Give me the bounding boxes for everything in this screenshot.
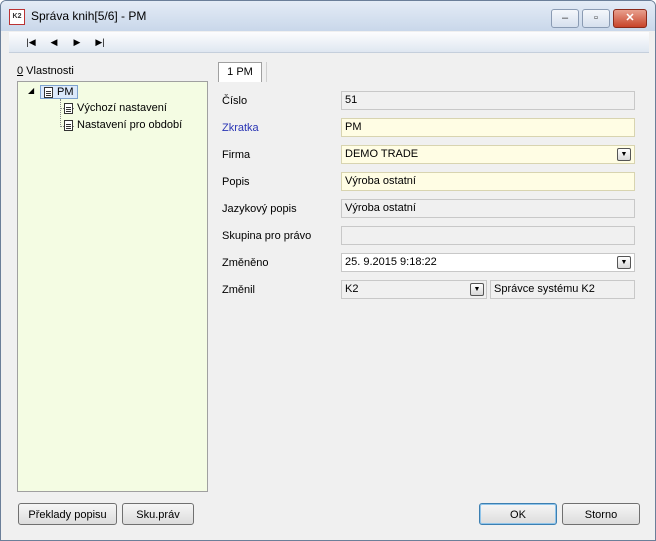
- close-button[interactable]: ✕: [613, 9, 647, 28]
- popis-input[interactable]: Výroba ostatní: [341, 172, 635, 191]
- cancel-button[interactable]: Storno: [562, 503, 640, 525]
- tree-node-period-settings[interactable]: Nastavení pro období: [64, 119, 182, 131]
- zmeneno-label: Změněno: [222, 257, 269, 269]
- zkratka-input[interactable]: PM: [341, 118, 635, 137]
- zmeneno-dropdown-icon[interactable]: ▼: [617, 256, 631, 269]
- minimize-button[interactable]: –: [551, 9, 579, 28]
- previous-record-button[interactable]: ◀: [45, 34, 63, 50]
- zkratka-label: Zkratka: [222, 122, 259, 134]
- app-icon: K2: [9, 9, 25, 25]
- last-record-button[interactable]: ▶|: [91, 34, 109, 50]
- documents-icon: [64, 119, 73, 131]
- tree-label: 0 Vlastnosti: [17, 65, 74, 77]
- tab-divider: [266, 62, 267, 82]
- translations-button[interactable]: Překlady popisu: [18, 503, 117, 525]
- ok-button[interactable]: OK: [479, 503, 557, 525]
- main-window: K2 Správa knih[5/6] - PM – ▫ ✕ |◀ ◀ ▶ ▶|…: [0, 0, 656, 541]
- record-navigation-bar: |◀ ◀ ▶ ▶|: [9, 32, 649, 53]
- zmeneno-field[interactable]: 25. 9.2015 9:18:22: [341, 253, 635, 272]
- tree-label-text: Vlastnosti: [23, 65, 74, 77]
- skupina-label: Skupina pro právo: [222, 230, 312, 242]
- tab-1pm[interactable]: 1 PM: [218, 62, 262, 82]
- zmenil-select[interactable]: K2: [341, 280, 487, 299]
- firma-dropdown-icon[interactable]: ▼: [617, 148, 631, 161]
- properties-tree[interactable]: ◢ PM Výchozí nastavení Nastavení pro obd…: [17, 81, 208, 492]
- popis-label: Popis: [222, 176, 250, 188]
- document-icon: [64, 102, 73, 114]
- tree-node-label: Výchozí nastavení: [77, 102, 167, 114]
- tree-connector: [60, 99, 61, 127]
- firma-label: Firma: [222, 149, 251, 161]
- jazykovy-popis-field[interactable]: Výroba ostatní: [341, 199, 635, 218]
- firma-select[interactable]: DEMO TRADE: [341, 145, 635, 164]
- window-title: Správa knih[5/6] - PM: [31, 9, 147, 23]
- jazykovy-popis-label: Jazykový popis: [222, 203, 297, 215]
- zmenil-label: Změnil: [222, 284, 256, 296]
- document-icon: [44, 86, 53, 98]
- tree-expander-icon[interactable]: ◢: [28, 86, 34, 95]
- tree-node-root[interactable]: PM: [40, 85, 78, 99]
- cislo-field: 51: [341, 91, 635, 110]
- first-record-button[interactable]: |◀: [22, 34, 40, 50]
- access-groups-button[interactable]: Sku.práv: [122, 503, 194, 525]
- title-bar: K2 Správa knih[5/6] - PM – ▫ ✕: [1, 1, 655, 31]
- maximize-button[interactable]: ▫: [582, 9, 610, 28]
- tree-node-default-settings[interactable]: Výchozí nastavení: [64, 102, 167, 114]
- zmenil-name-field: Správce systému K2: [490, 280, 635, 299]
- tree-node-label: Nastavení pro období: [77, 119, 183, 131]
- zmenil-dropdown-icon[interactable]: ▼: [470, 283, 484, 296]
- skupina-field[interactable]: [341, 226, 635, 245]
- cislo-label: Číslo: [222, 95, 248, 107]
- tree-node-label: PM: [57, 86, 74, 98]
- next-record-button[interactable]: ▶: [68, 34, 86, 50]
